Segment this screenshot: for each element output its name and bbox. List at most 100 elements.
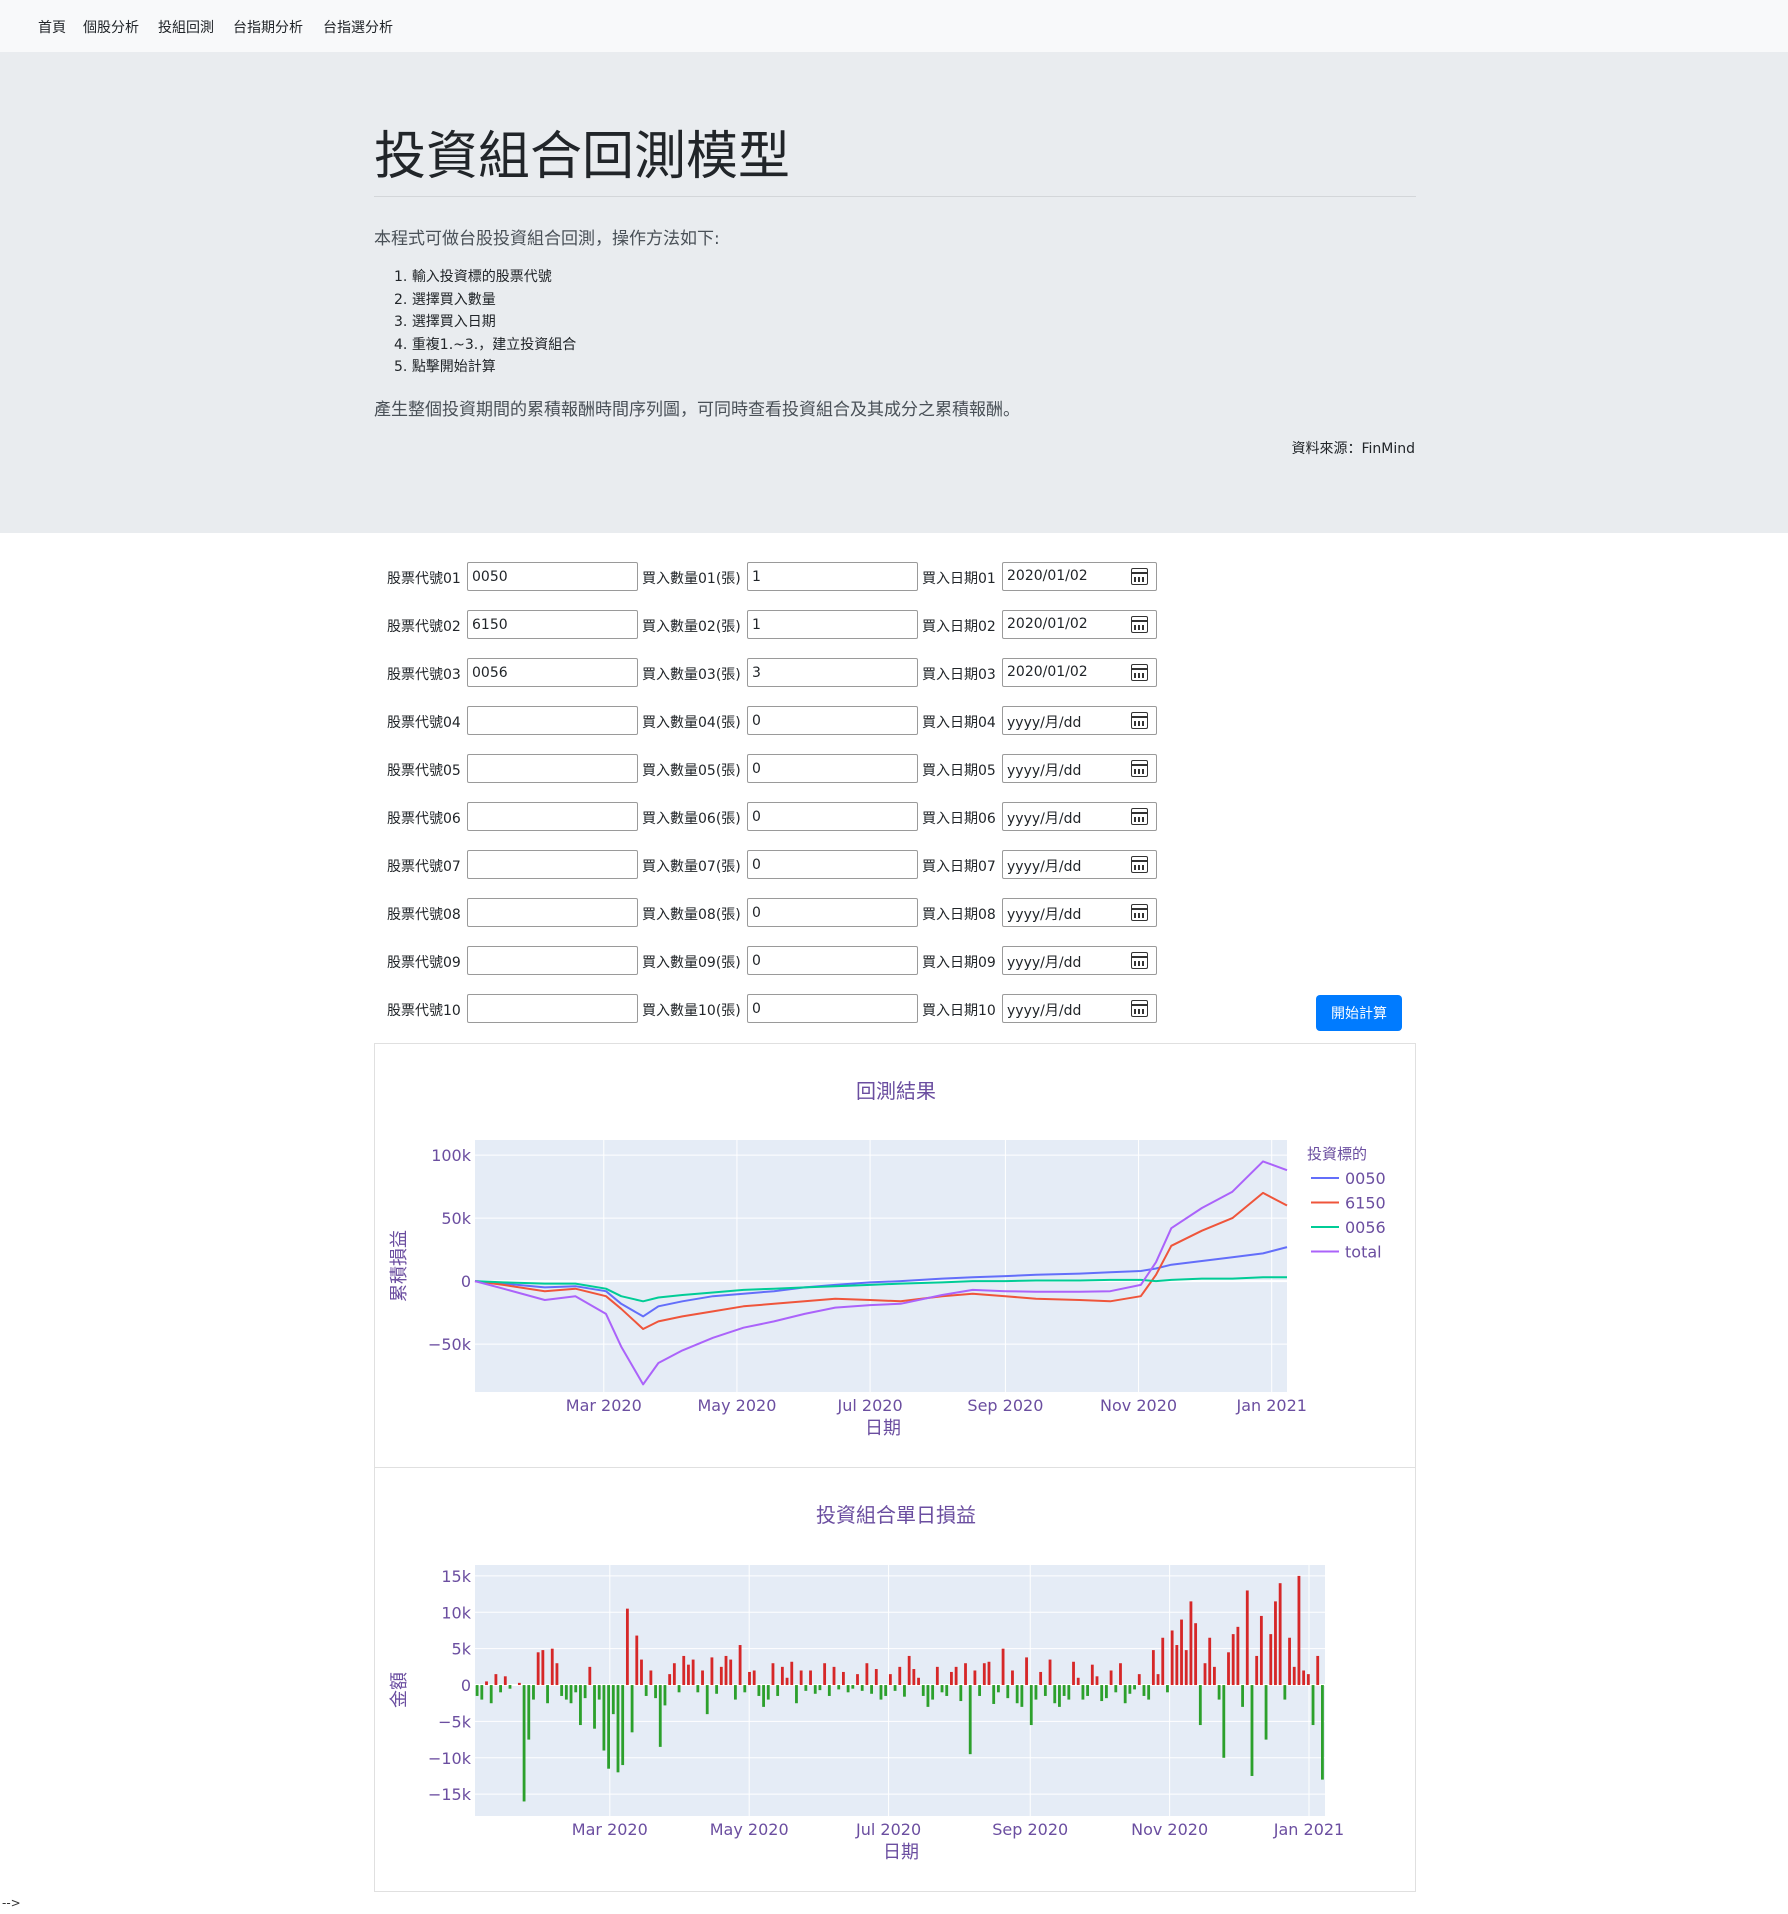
stock-code-input[interactable] — [467, 994, 638, 1023]
buy-date-input[interactable]: yyyy/月/dd — [1002, 802, 1157, 831]
daily-pnl-bar — [1208, 1637, 1212, 1686]
nav-portfolio-backtest[interactable]: 投組回測 — [158, 17, 214, 37]
stock-code-input[interactable] — [467, 850, 638, 879]
daily-pnl-bar — [1151, 1650, 1155, 1686]
daily-pnl-bar — [682, 1655, 686, 1686]
y-axis-title: 累積損益 — [389, 1230, 410, 1302]
calendar-icon[interactable] — [1131, 904, 1148, 921]
start-calculation-button[interactable]: 開始計算 — [1316, 995, 1402, 1031]
buy-date-value: yyyy/月/dd — [1007, 1003, 1082, 1019]
stock-code-label: 股票代號02 — [387, 619, 461, 635]
quantity-input[interactable] — [747, 802, 918, 831]
form-row: 股票代號01 買入數量01(張) 買入日期01 2020/01/02 — [384, 562, 1157, 592]
daily-pnl-bar — [1011, 1670, 1014, 1686]
stock-code-input[interactable] — [467, 562, 638, 591]
daily-pnl-bar — [1034, 1685, 1038, 1700]
daily-pnl-bar — [517, 1682, 521, 1686]
buy-date-value: 2020/01/02 — [1007, 664, 1088, 680]
daily-pnl-bar — [846, 1685, 850, 1693]
daily-pnl-bar — [1043, 1685, 1047, 1696]
buy-date-label: 買入日期04 — [922, 715, 996, 731]
buy-date-label: 買入日期06 — [922, 811, 996, 827]
daily-pnl-bar — [1302, 1670, 1306, 1686]
daily-pnl-bar — [870, 1685, 873, 1694]
nav-stock-analysis[interactable]: 個股分析 — [83, 17, 139, 37]
daily-pnl-bar — [931, 1685, 935, 1700]
buy-date-input[interactable]: yyyy/月/dd — [1002, 706, 1157, 735]
top-navbar: 首頁 個股分析 投組回測 台指期分析 台指選分析 — [0, 0, 1788, 52]
daily-pnl-bar — [959, 1685, 963, 1702]
quantity-label: 買入數量02(張) — [642, 619, 741, 635]
form-row: 股票代號09 買入數量09(張) 買入日期09 yyyy/月/dd — [384, 946, 1157, 976]
daily-pnl-bar — [1062, 1685, 1066, 1696]
stock-code-input[interactable] — [467, 946, 638, 975]
stock-code-input[interactable] — [467, 754, 638, 783]
buy-date-input[interactable]: yyyy/月/dd — [1002, 898, 1157, 927]
x-tick-label: May 2020 — [697, 1396, 776, 1415]
quantity-input[interactable] — [747, 562, 918, 591]
stock-code-input[interactable] — [467, 802, 638, 831]
daily-pnl-bar — [1189, 1601, 1193, 1686]
stock-code-input[interactable] — [467, 898, 638, 927]
daily-pnl-bar — [555, 1663, 559, 1686]
form-row: 股票代號05 買入數量05(張) 買入日期05 yyyy/月/dd — [384, 754, 1157, 784]
quantity-input[interactable] — [747, 610, 918, 639]
daily-pnl-bar — [536, 1652, 540, 1686]
daily-pnl-bar — [1194, 1623, 1198, 1686]
quantity-input[interactable] — [747, 706, 918, 735]
buy-date-label: 買入日期10 — [922, 1003, 996, 1019]
daily-pnl-bar — [738, 1645, 742, 1686]
daily-pnl-bar — [1259, 1615, 1263, 1686]
calendar-icon[interactable] — [1131, 616, 1148, 633]
chart-title: 回測結果 — [856, 1079, 936, 1103]
calendar-icon[interactable] — [1131, 808, 1148, 825]
calendar-icon[interactable] — [1131, 568, 1148, 585]
x-tick-label: Nov 2020 — [1100, 1396, 1177, 1415]
quantity-label: 買入數量08(張) — [642, 907, 741, 923]
daily-pnl-bar — [964, 1663, 967, 1686]
daily-pnl-bar — [1217, 1685, 1221, 1700]
nav-taiex-options[interactable]: 台指選分析 — [323, 17, 393, 37]
x-axis-title: 日期 — [883, 1842, 919, 1863]
calendar-icon[interactable] — [1131, 1000, 1148, 1017]
daily-pnl-bar — [1222, 1685, 1226, 1758]
quantity-input[interactable] — [747, 994, 918, 1023]
x-tick-label: Jul 2020 — [855, 1820, 921, 1839]
stock-code-input[interactable] — [467, 706, 638, 735]
stock-code-input[interactable] — [467, 658, 638, 687]
daily-pnl-bar — [569, 1685, 573, 1704]
daily-pnl-bar — [1053, 1685, 1057, 1704]
header-section: 投資組合回測模型 本程式可做台股投資組合回測，操作方法如下: 1. 輸入投資標的… — [0, 52, 1788, 533]
buy-date-label: 買入日期07 — [922, 859, 996, 875]
calendar-icon[interactable] — [1131, 952, 1148, 969]
quantity-input[interactable] — [747, 850, 918, 879]
stock-code-input[interactable] — [467, 610, 638, 639]
quantity-input[interactable] — [747, 898, 918, 927]
nav-home[interactable]: 首頁 — [38, 17, 66, 37]
buy-date-input[interactable]: 2020/01/02 — [1002, 562, 1157, 591]
calendar-icon[interactable] — [1131, 856, 1148, 873]
buy-date-input[interactable]: 2020/01/02 — [1002, 610, 1157, 639]
calendar-icon[interactable] — [1131, 760, 1148, 777]
daily-pnl-bar — [644, 1685, 648, 1696]
buy-date-input[interactable]: yyyy/月/dd — [1002, 850, 1157, 879]
daily-pnl-bar — [508, 1685, 512, 1689]
daily-pnl-bar — [1316, 1655, 1320, 1686]
nav-taiex-futures[interactable]: 台指期分析 — [233, 17, 303, 37]
calendar-icon[interactable] — [1131, 664, 1148, 681]
buy-date-input[interactable]: 2020/01/02 — [1002, 658, 1157, 687]
quantity-label: 買入數量03(張) — [642, 667, 741, 683]
form-row: 股票代號03 買入數量03(張) 買入日期03 2020/01/02 — [384, 658, 1157, 688]
form-row: 股票代號02 買入數量02(張) 買入日期02 2020/01/02 — [384, 610, 1157, 640]
quantity-input[interactable] — [747, 658, 918, 687]
calendar-icon[interactable] — [1131, 712, 1148, 729]
daily-pnl-bar — [1072, 1661, 1075, 1686]
daily-pnl-bar — [485, 1681, 488, 1686]
daily-pnl-bar — [1039, 1671, 1043, 1686]
buy-date-input[interactable]: yyyy/月/dd — [1002, 754, 1157, 783]
quantity-input[interactable] — [747, 946, 918, 975]
buy-date-input[interactable]: yyyy/月/dd — [1002, 946, 1157, 975]
quantity-input[interactable] — [747, 754, 918, 783]
daily-pnl-bar — [719, 1666, 723, 1686]
buy-date-input[interactable]: yyyy/月/dd — [1002, 994, 1157, 1023]
